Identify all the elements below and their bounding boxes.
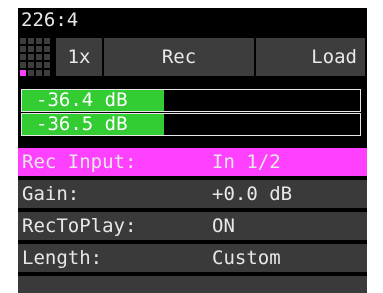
grid-cell — [28, 46, 34, 52]
grid-cell — [36, 70, 42, 76]
grid-cell — [36, 46, 42, 52]
pattern-grid-icon[interactable] — [20, 38, 54, 76]
param-row-gain[interactable]: Gain: +0.0 dB — [18, 180, 367, 208]
param-row-rec-input[interactable]: Rec Input: In 1/2 — [18, 148, 367, 176]
grid-cell — [44, 62, 50, 68]
grid-cell — [20, 62, 26, 68]
grid-cell — [36, 38, 42, 44]
grid-cell — [28, 54, 34, 60]
param-row-rectoplay[interactable]: RecToPlay: ON — [18, 212, 367, 240]
rec-button[interactable]: Rec — [104, 38, 254, 76]
grid-cell — [36, 54, 42, 60]
status-bar: 226:4 — [18, 8, 367, 34]
param-label: Gain: — [22, 183, 80, 205]
param-label: Rec Input: — [22, 151, 137, 173]
param-value: In 1/2 — [212, 151, 281, 173]
load-button[interactable]: Load — [256, 38, 365, 76]
param-value: +0.0 dB — [212, 183, 293, 205]
level-meter-right: -36.5 dB — [21, 113, 361, 136]
param-label: Length: — [22, 247, 103, 269]
meter-value: -36.4 dB — [36, 89, 128, 111]
grid-cell — [44, 70, 50, 76]
button-row: 1x Rec Load — [18, 34, 367, 80]
param-value: ON — [212, 215, 235, 237]
grid-cell — [20, 54, 26, 60]
grid-cell — [20, 38, 26, 44]
grid-cell — [28, 38, 34, 44]
grid-cell — [28, 70, 34, 76]
position-counter: 226:4 — [21, 9, 79, 31]
level-meter-left: -36.4 dB — [21, 89, 361, 112]
speed-button[interactable]: 1x — [56, 38, 102, 76]
grid-cell — [44, 38, 50, 44]
grid-cell — [36, 62, 42, 68]
grid-cell — [20, 46, 26, 52]
device-screen: 226:4 1x Rec Load -36.4 dB -36.5 dB Rec … — [18, 8, 367, 293]
grid-cell — [44, 46, 50, 52]
grid-cell — [28, 62, 34, 68]
param-value: Custom — [212, 247, 281, 269]
param-label: RecToPlay: — [22, 215, 137, 237]
param-row-length[interactable]: Length: Custom — [18, 244, 367, 272]
active-grid-cell — [20, 70, 26, 76]
grid-cell — [44, 54, 50, 60]
meter-value: -36.5 dB — [36, 113, 128, 135]
param-row-partial[interactable] — [18, 276, 367, 293]
